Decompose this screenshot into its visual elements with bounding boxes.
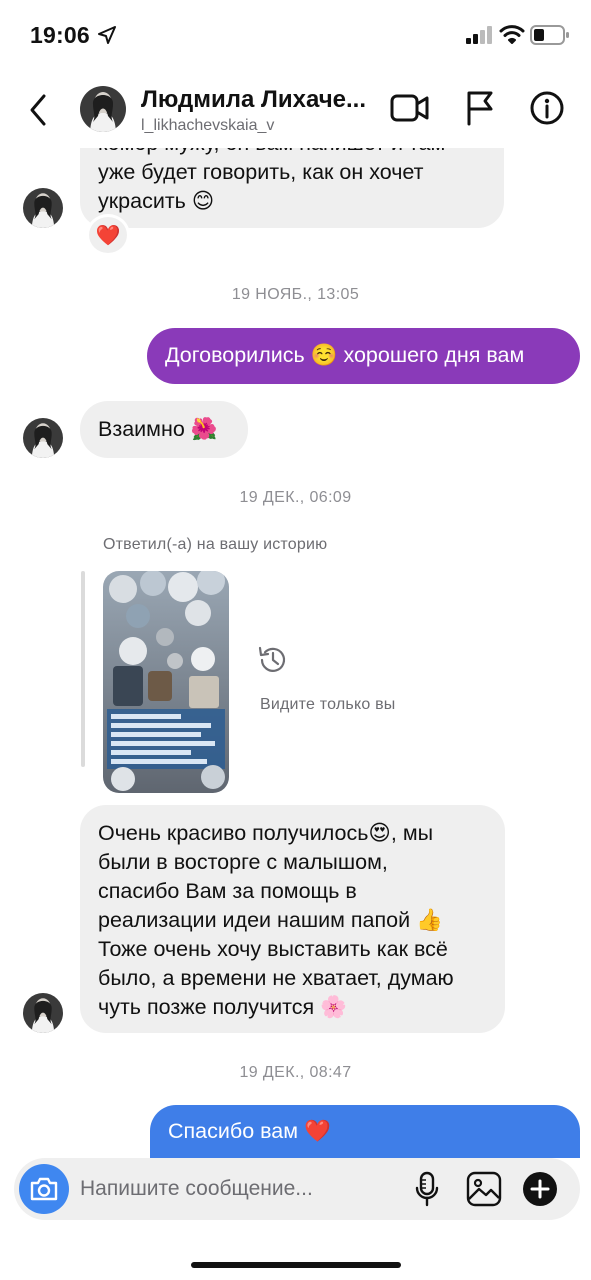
story-unavailable-text: Видите только вы	[260, 696, 396, 713]
story-reply-note: Ответил(-а) на вашу историю	[103, 536, 328, 553]
outgoing-message[interactable]: Спасибо вам ❤️	[150, 1105, 580, 1158]
timestamp: 19 ДЕК., 06:09	[239, 489, 352, 506]
message-text-end: хорошего дня вам	[343, 343, 525, 367]
smile-emoji: 😊	[191, 189, 215, 214]
message-input[interactable]	[80, 1168, 400, 1210]
contact-avatar[interactable]	[80, 86, 126, 132]
heart-emoji: ❤️	[304, 1119, 331, 1144]
message-line: спасибо Вам за помощь в	[98, 879, 357, 903]
message-line: Тоже очень хочу выставить как всё	[98, 937, 448, 961]
microphone-icon[interactable]	[414, 1171, 440, 1207]
contact-name[interactable]: Людмила Лихаче...	[141, 86, 366, 114]
outgoing-message[interactable]: Договорились ☺️ хорошего дня вам	[147, 328, 580, 384]
story-history-icon	[258, 646, 286, 672]
avatar[interactable]	[23, 993, 63, 1033]
battery-icon	[530, 25, 569, 45]
incoming-message[interactable]: комор мужу, он вам напишет и там уже буд…	[80, 148, 504, 228]
info-icon[interactable]	[530, 91, 564, 125]
story-thumbnail[interactable]	[103, 571, 229, 793]
message-line: реализации идеи нашим папой 👍	[98, 908, 443, 933]
heart-eyes-emoji: 😍	[368, 821, 391, 846]
incoming-message[interactable]: Очень красиво получилось😍, мы были в вос…	[80, 805, 505, 1033]
message-text: Взаимно	[98, 417, 185, 441]
message-text: Договорились	[165, 343, 305, 367]
camera-icon	[30, 1177, 58, 1201]
incoming-message[interactable]: Взаимно 🌺	[80, 401, 248, 458]
timestamp: 19 ДЕК., 08:47	[239, 1064, 352, 1081]
camera-button[interactable]	[19, 1164, 69, 1214]
timestamp: 19 НОЯБ., 13:05	[231, 286, 360, 303]
message-line: были в восторге с малышом,	[98, 850, 388, 874]
signal-icon	[466, 26, 492, 44]
message-text: комор мужу, он вам напишет и там уже буд…	[98, 148, 445, 213]
video-call-icon[interactable]	[390, 92, 430, 124]
status-time: 19:06	[30, 22, 90, 48]
cherry-blossom-emoji: 🌸	[320, 995, 347, 1020]
wifi-icon	[499, 25, 525, 44]
status-bar: 19:06	[0, 0, 591, 70]
message-composer	[14, 1158, 580, 1220]
message-text: Спасибо вам	[168, 1119, 299, 1143]
relieved-emoji: ☺️	[310, 343, 338, 368]
contact-username[interactable]: l_likhachevskaia_v	[141, 117, 274, 135]
hibiscus-emoji: 🌺	[190, 417, 218, 442]
message-line: чуть позже получится 🌸	[98, 995, 347, 1020]
heart-reaction[interactable]: ❤️	[86, 214, 130, 256]
avatar[interactable]	[23, 418, 63, 458]
message-list[interactable]: комор мужу, он вам напишет и там уже буд…	[0, 148, 591, 1158]
flag-icon[interactable]	[465, 90, 495, 126]
gallery-icon[interactable]	[466, 1171, 502, 1207]
back-icon[interactable]	[24, 90, 54, 130]
add-plus-icon[interactable]	[522, 1171, 558, 1207]
message-line: Очень красиво получилось😍, мы	[98, 821, 434, 846]
message-line: было, а времени не хватает, думаю	[98, 966, 454, 990]
chat-header: Людмила Лихаче... l_likhachevskaia_v	[0, 70, 591, 148]
heart-reaction-emoji: ❤️	[95, 223, 121, 247]
thumbs-up-emoji: 👍	[416, 908, 443, 933]
location-arrow-icon	[98, 26, 116, 44]
home-indicator[interactable]	[191, 1262, 401, 1268]
reply-bar	[81, 571, 85, 767]
avatar[interactable]	[23, 188, 63, 228]
